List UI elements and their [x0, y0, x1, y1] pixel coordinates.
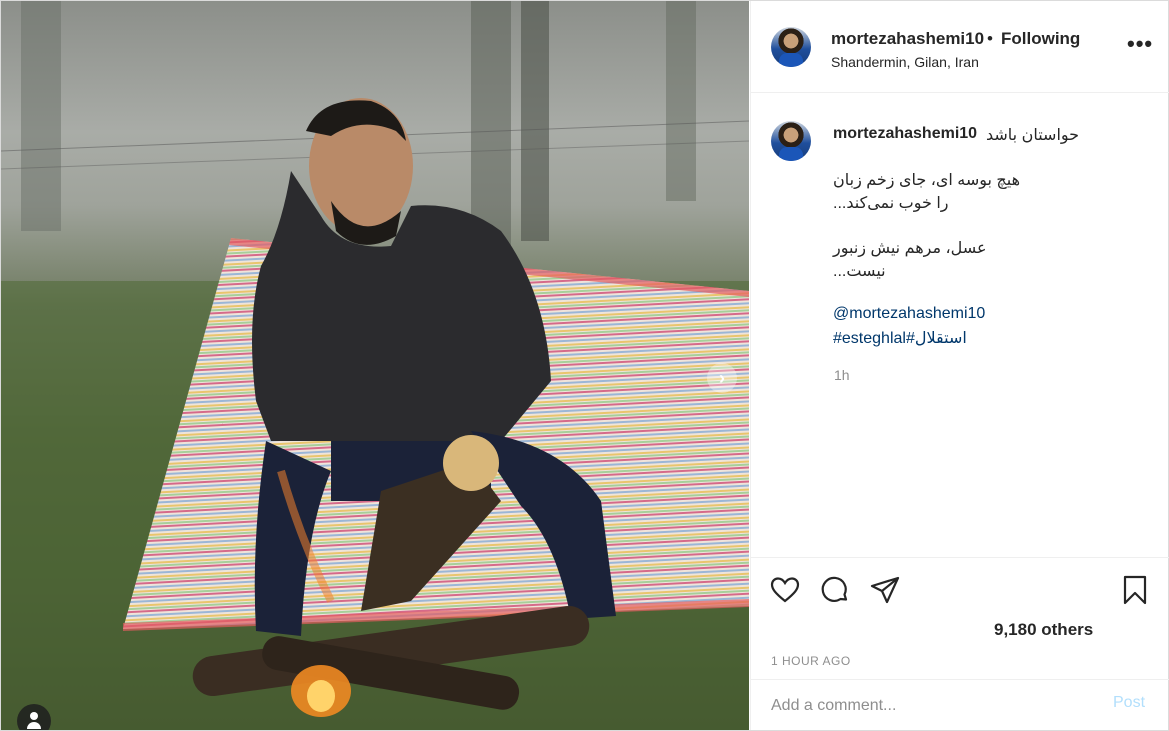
- caption-avatar[interactable]: [771, 121, 811, 161]
- tagged-users-icon[interactable]: [17, 704, 51, 730]
- likes-count[interactable]: 9,180 others: [994, 620, 1093, 640]
- comment-icon[interactable]: [819, 574, 851, 606]
- username-link[interactable]: mortezahashemi10: [831, 29, 984, 49]
- caption-username-link[interactable]: mortezahashemi10: [833, 125, 977, 143]
- share-icon[interactable]: [869, 574, 901, 606]
- more-options-icon[interactable]: •••: [1127, 31, 1153, 57]
- post-header: mortezahashemi10 • Following Shandermin,…: [751, 1, 1169, 93]
- photo-illustration: [1, 1, 749, 730]
- caption-line: ...نیست: [833, 263, 886, 280]
- caption-timestamp[interactable]: 1h: [834, 367, 850, 383]
- user-icon-head: [30, 712, 38, 720]
- user-icon-body: [27, 722, 41, 729]
- post-photo[interactable]: ›: [1, 1, 749, 730]
- mention-link[interactable]: @mortezahashemi10: [833, 305, 985, 323]
- location-link[interactable]: Shandermin, Gilan, Iran: [831, 54, 979, 70]
- caption-line: ...را خوب نمی‌کند: [833, 195, 949, 212]
- save-bookmark-icon[interactable]: [1119, 574, 1151, 606]
- avatar-shirt: [779, 147, 803, 161]
- chevron-right-icon: ›: [719, 368, 725, 388]
- comment-input[interactable]: [769, 690, 1073, 722]
- post-timestamp[interactable]: 1 HOUR AGO: [771, 654, 851, 668]
- post-details-panel: mortezahashemi10 • Following Shandermin,…: [750, 1, 1169, 730]
- post-actions: 9,180 others 1 HOUR AGO: [751, 557, 1169, 679]
- add-comment-bar: Post: [751, 679, 1169, 731]
- avatar-shirt: [779, 53, 803, 67]
- caption-line: هیچ بوسه ای، جای زخم زبان: [833, 172, 1021, 189]
- avatar[interactable]: [771, 27, 811, 67]
- caption-line: عسل، مرهم نیش زنبور: [833, 240, 987, 257]
- next-photo-button[interactable]: ›: [707, 363, 737, 393]
- following-button[interactable]: Following: [1001, 29, 1080, 49]
- post-comment-button[interactable]: Post: [1113, 694, 1145, 712]
- caption-section: mortezahashemi10 حواستان باشد هیچ بوسه ا…: [751, 93, 1169, 556]
- separator-dot: •: [987, 29, 993, 48]
- hashtag-links[interactable]: #esteghlal#استقلال: [833, 328, 967, 348]
- caption-first-line: حواستان باشد: [986, 127, 1080, 144]
- like-heart-icon[interactable]: [769, 574, 801, 606]
